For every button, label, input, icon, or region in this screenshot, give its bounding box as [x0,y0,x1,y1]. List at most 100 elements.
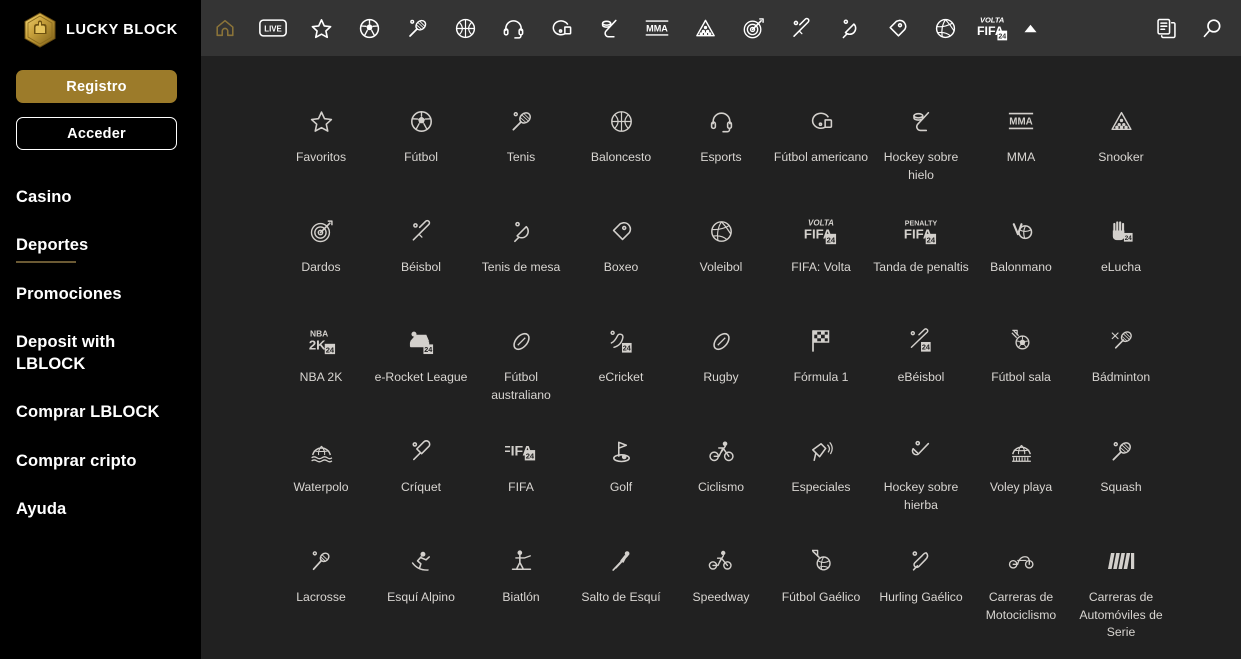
sport-label: Fútbol australiano [491,370,551,402]
sport-tile-waterpolo[interactable]: Waterpolo [271,422,371,532]
sport-tile-fifa[interactable]: FIFA 24 FIFA [471,422,571,532]
darts-icon[interactable] [729,4,777,52]
football-icon[interactable] [345,4,393,52]
sport-tile-hockey-hierba[interactable]: Hockey sobre hierba [871,422,971,532]
sport-tile-golf[interactable]: Golf [571,422,671,532]
search-icon[interactable] [1197,4,1227,52]
sport-tile-snooker[interactable]: Snooker [1071,92,1171,202]
sport-tile-ecricket[interactable]: 24 eCricket [571,312,671,422]
home-icon[interactable] [201,4,249,52]
mma-icon[interactable]: MMA [633,4,681,52]
sport-tile-especiales[interactable]: Especiales [771,422,871,532]
badminton-icon [1104,324,1138,358]
fifa-volta-icon[interactable]: VOLTA FIFA 24 [969,4,1017,52]
chevron-up-icon[interactable] [1017,24,1043,33]
sport-label: Carreras de Automóviles de Serie [1079,589,1163,640]
baseball-icon[interactable] [777,4,825,52]
sport-tile-badminton[interactable]: Bádminton [1071,312,1171,422]
sport-tile-balonmano[interactable]: Balonmano [971,202,1071,312]
sport-tile-beisbol[interactable]: Béisbol [371,202,471,312]
top-navigation-bar: LIVE MMA VOLTA FIFA 24 [201,0,1241,56]
login-button[interactable]: Acceder [16,117,177,150]
ice-hockey-icon[interactable] [585,4,633,52]
sport-tile-erocket-league[interactable]: 24 e-Rocket League [371,312,471,422]
sport-tile-voley-playa[interactable]: Voley playa [971,422,1071,532]
mma-icon: MMA [1004,104,1038,138]
esports-headset-icon[interactable] [489,4,537,52]
tennis-icon [504,104,538,138]
betslip-icon[interactable] [1151,4,1181,52]
sport-tile-nba2k[interactable]: NBA 2K 24 NBA 2K [271,312,371,422]
field-hockey-icon [904,434,938,468]
sidebar-item-comprar-cripto[interactable]: Comprar cripto [16,450,137,472]
svg-text:24: 24 [827,235,836,244]
sport-label: Biatlón [502,590,540,604]
sport-tile-futbol[interactable]: Fútbol [371,92,471,202]
aussie-rules-icon [504,324,538,358]
sport-tile-rugby[interactable]: Rugby [671,312,771,422]
sport-label: Hockey sobre hierba [883,480,959,512]
american-football-icon[interactable] [537,4,585,52]
sport-tile-carreras-motociclismo[interactable]: Carreras de Motociclismo [971,532,1071,642]
sport-tile-speedway[interactable]: Speedway [671,532,771,642]
fifa-penalty-icon: PENALTY FIFA 24 [904,214,938,248]
sport-tile-futbol-australiano[interactable]: Fútbol australiano [471,312,571,422]
sport-label: Esports [700,150,742,164]
sport-tile-tenis-mesa[interactable]: Tenis de mesa [471,202,571,312]
sport-tile-boxeo[interactable]: Boxeo [571,202,671,312]
sport-label: eBéisbol [897,370,945,384]
volleyball-icon[interactable] [921,4,969,52]
basketball-icon[interactable] [441,4,489,52]
brand-logo[interactable]: LUCKY BLOCK [16,0,185,60]
live-icon[interactable]: LIVE [249,4,297,52]
sport-tile-futbol-gaelico[interactable]: Fútbol Gaélico [771,532,871,642]
table-tennis-icon[interactable] [825,4,873,52]
sidebar-item-deposit-lblock[interactable]: Deposit with LBLOCK [16,331,136,376]
sidebar-item-comprar-lblock[interactable]: Comprar LBLOCK [16,401,160,423]
tennis-icon[interactable] [393,4,441,52]
register-button[interactable]: Registro [16,70,177,103]
sport-tile-hockey-hielo[interactable]: Hockey sobre hielo [871,92,971,202]
sport-tile-criquet[interactable]: Críquet [371,422,471,532]
sidebar-item-casino[interactable]: Casino [16,186,72,208]
svg-text:24: 24 [927,235,936,244]
sport-tile-futbol-americano[interactable]: Fútbol americano [771,92,871,202]
snooker-icon[interactable] [681,4,729,52]
star-icon[interactable] [297,4,345,52]
sport-label: Hockey sobre hielo [883,150,959,182]
sport-tile-biatlon[interactable]: Biatlón [471,532,571,642]
sidebar-item-promociones[interactable]: Promociones [16,283,122,305]
sport-tile-hurling-gaelico[interactable]: Hurling Gaélico [871,532,971,642]
svg-text:24: 24 [622,343,630,352]
sport-tile-ciclismo[interactable]: Ciclismo [671,422,771,532]
sport-tile-elucha[interactable]: 24 eLucha [1071,202,1171,312]
sport-tile-salto-esqui[interactable]: Salto de Esquí [571,532,671,642]
sport-tile-tenis[interactable]: Tenis [471,92,571,202]
sport-tile-ebeisbol[interactable]: 24 eBéisbol [871,312,971,422]
sport-tile-esports[interactable]: Esports [671,92,771,202]
top-nav-icon-strip[interactable]: LIVE MMA VOLTA FIFA 24 [201,4,1141,52]
sport-tile-fifa-volta[interactable]: VOLTA FIFA 24 FIFA: Volta [771,202,871,312]
sidebar-item-ayuda[interactable]: Ayuda [16,498,66,520]
sport-tile-squash[interactable]: Squash [1071,422,1171,532]
svg-text:24: 24 [998,34,1006,41]
sport-label: Bádminton [1091,370,1151,384]
sport-tile-lacrosse[interactable]: Lacrosse [271,532,371,642]
sport-tile-voleibol[interactable]: Voleibol [671,202,771,312]
sport-tile-esqui-alpino[interactable]: Esquí Alpino [371,532,471,642]
sport-tile-formula1[interactable]: Fórmula 1 [771,312,871,422]
sidebar-item-deportes[interactable]: Deportes [16,234,88,263]
ski-jumping-icon [604,544,638,578]
sport-tile-futbol-sala[interactable]: Fútbol sala [971,312,1071,422]
sport-label: Golf [609,480,633,494]
sport-tile-dardos[interactable]: Dardos [271,202,371,312]
boxing-icon[interactable] [873,4,921,52]
cycling-icon [704,434,738,468]
sport-tile-tanda-penaltis[interactable]: PENALTY FIFA 24 Tanda de penaltis [871,202,971,312]
sport-tile-carreras-automoviles-serie[interactable]: Carreras de Automóviles de Serie [1071,532,1171,642]
sport-label: Fórmula 1 [793,370,849,384]
fifa-volta-icon: VOLTA FIFA 24 [804,214,838,248]
sport-tile-baloncesto[interactable]: Baloncesto [571,92,671,202]
sport-tile-favoritos[interactable]: Favoritos [271,92,371,202]
sport-tile-mma[interactable]: MMA MMA [971,92,1071,202]
